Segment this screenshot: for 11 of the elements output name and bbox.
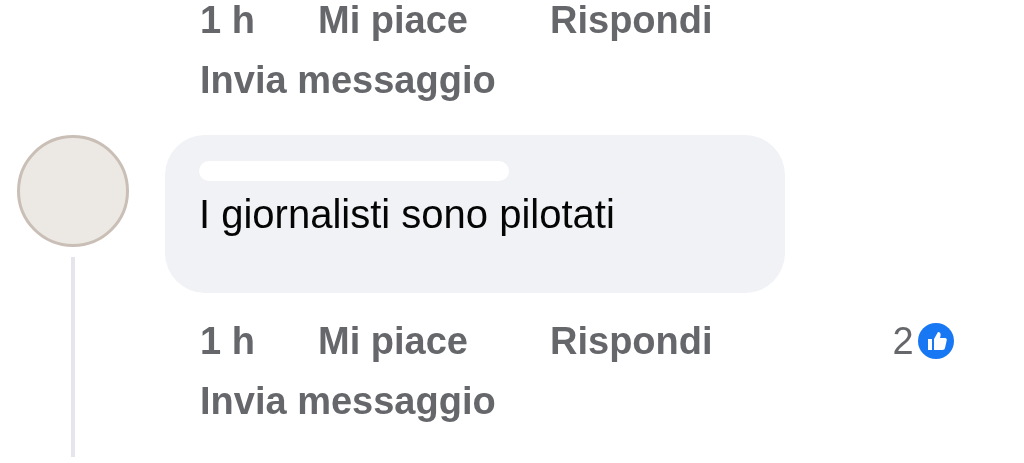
reply-link[interactable]: Rispondi bbox=[550, 322, 713, 360]
reply-link[interactable]: Rispondi bbox=[550, 1, 713, 39]
reaction-count: 2 bbox=[892, 322, 914, 360]
like-link[interactable]: Mi piace bbox=[318, 322, 550, 360]
send-message-link[interactable]: Invia messaggio bbox=[200, 50, 1024, 110]
like-link[interactable]: Mi piace bbox=[318, 1, 550, 39]
like-icon bbox=[917, 323, 954, 359]
comment-time: 1 h bbox=[200, 1, 256, 39]
comment-text: I giornalisti sono pilotati bbox=[199, 191, 616, 238]
comment-time: 1 h bbox=[200, 322, 256, 360]
send-message-link[interactable]: Invia messaggio bbox=[200, 371, 713, 431]
